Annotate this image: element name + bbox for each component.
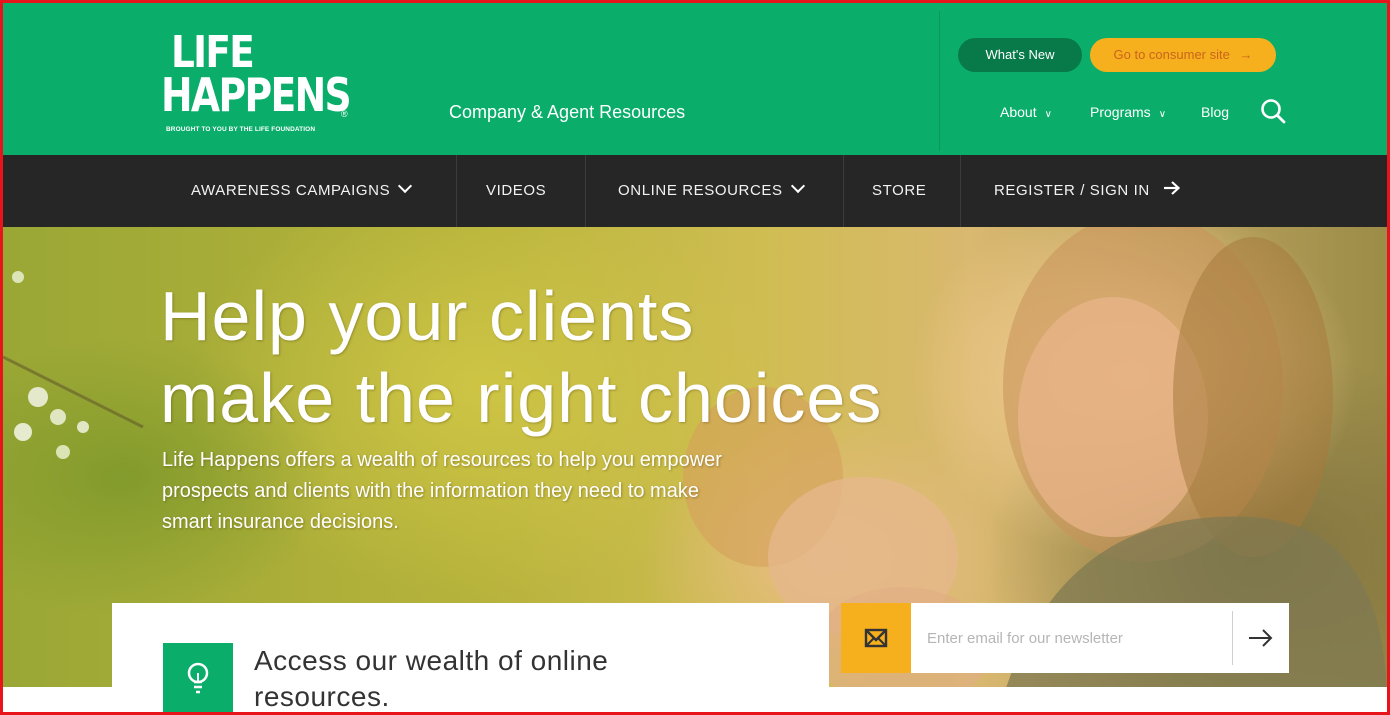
newsletter-form <box>841 603 1289 673</box>
nav-label: VIDEOS <box>486 182 547 199</box>
util-nav-programs[interactable]: Programs ∨ <box>1090 104 1166 120</box>
envelope-icon <box>864 628 888 648</box>
nav-divider <box>585 155 586 227</box>
section-title: Company & Agent Resources <box>449 102 686 122</box>
hero-heading: Help your clients make the right choices <box>160 275 882 439</box>
util-nav-label: Blog <box>1201 104 1230 120</box>
newsletter-email-input[interactable] <box>927 625 1227 651</box>
util-nav-blog[interactable]: Blog <box>1201 104 1229 120</box>
arrow-right-icon <box>1163 181 1180 195</box>
hero-heading-line-2: make the right choices <box>160 359 883 437</box>
arrow-right-icon <box>1249 629 1273 647</box>
chevron-down-icon <box>398 178 413 194</box>
util-nav-label: Programs <box>1090 104 1151 120</box>
whats-new-button[interactable]: What's New <box>958 38 1082 72</box>
nav-label: AWARENESS CAMPAIGNS <box>191 182 391 199</box>
site-header: LIFE HAPPENS ® BROUGHT TO YOU BY THE LIF… <box>3 3 1387 155</box>
header-divider <box>939 11 940 151</box>
hero-heading-line-1: Help your clients <box>160 277 695 355</box>
main-navigation: AWARENESS CAMPAIGNS VIDEOS ONLINE RESOUR… <box>3 155 1387 227</box>
logo-registered-mark: ® <box>341 109 348 119</box>
nav-online-resources[interactable]: ONLINE RESOURCES <box>618 155 805 227</box>
nav-divider <box>456 155 457 227</box>
consumer-site-button[interactable]: Go to consumer site → <box>1090 38 1276 72</box>
nav-divider <box>843 155 844 227</box>
util-nav-label: About <box>1000 104 1037 120</box>
lightbulb-icon-box <box>163 643 233 712</box>
nav-label: STORE <box>872 182 927 199</box>
search-icon[interactable] <box>1259 97 1287 125</box>
nav-videos[interactable]: VIDEOS <box>486 155 546 227</box>
chevron-down-icon <box>790 178 805 194</box>
nav-divider <box>960 155 961 227</box>
life-happens-logo[interactable]: LIFE HAPPENS ® BROUGHT TO YOU BY THE LIF… <box>161 31 361 141</box>
logo-line-2: HAPPENS <box>161 68 352 122</box>
logo-tagline: BROUGHT TO YOU BY THE LIFE FOUNDATION <box>166 126 316 133</box>
consumer-site-label: Go to consumer site <box>1113 47 1230 62</box>
nav-register-sign-in[interactable]: REGISTER / SIGN IN <box>994 155 1181 227</box>
lightbulb-icon <box>187 662 209 694</box>
nav-label: ONLINE RESOURCES <box>618 182 783 199</box>
arrow-right-icon: → <box>1239 47 1253 62</box>
nav-label: REGISTER / SIGN IN <box>994 182 1150 199</box>
envelope-icon-box <box>841 603 911 673</box>
util-nav-about[interactable]: About ∨ <box>1000 104 1052 120</box>
newsletter-submit-button[interactable] <box>1233 603 1289 673</box>
resources-card[interactable]: Access our wealth of online resources. <box>112 603 829 712</box>
chevron-down-icon: ∨ <box>1044 109 1052 120</box>
resources-card-text: Access our wealth of online resources. <box>254 645 609 712</box>
hero-description: Life Happens offers a wealth of resource… <box>162 449 722 533</box>
nav-awareness-campaigns[interactable]: AWARENESS CAMPAIGNS <box>191 155 413 227</box>
browser-viewport: LIFE HAPPENS ® BROUGHT TO YOU BY THE LIF… <box>0 0 1390 715</box>
nav-store[interactable]: STORE <box>872 155 926 227</box>
chevron-down-icon: ∨ <box>1158 109 1167 120</box>
